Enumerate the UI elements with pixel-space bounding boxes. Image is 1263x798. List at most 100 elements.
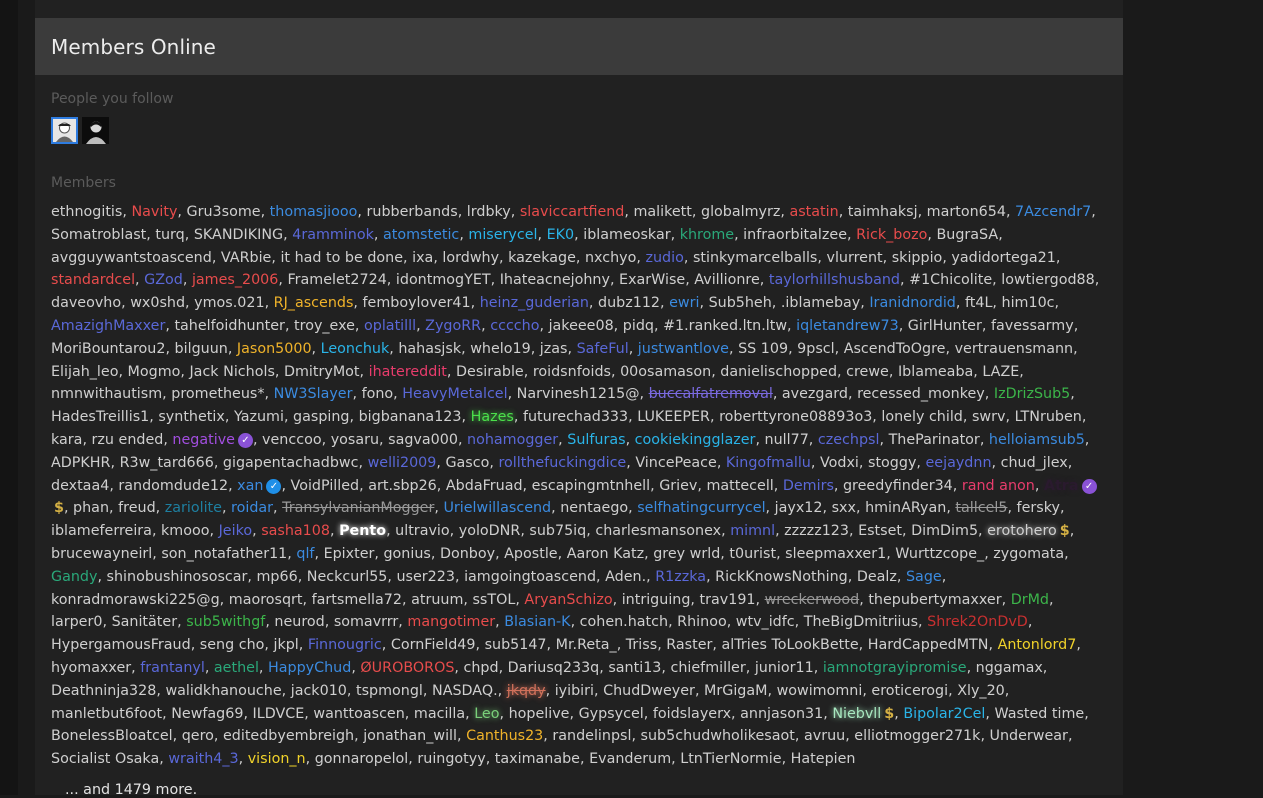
member-link[interactable]: wreckerwood <box>765 592 860 608</box>
member-link[interactable]: rubberbands <box>367 204 458 220</box>
member-link[interactable]: sagva000 <box>388 432 458 448</box>
member-link[interactable]: RJ_ascends <box>274 295 354 311</box>
member-link[interactable]: mattecell <box>706 478 773 494</box>
member-link[interactable]: fersky <box>1017 500 1060 516</box>
member-link[interactable]: somavrrr <box>334 614 398 630</box>
member-link[interactable]: dextaa4 <box>51 478 109 494</box>
member-link[interactable]: GirlHunter <box>908 318 982 334</box>
member-link[interactable]: khrome <box>680 227 734 243</box>
member-link[interactable]: jonathan_will <box>363 728 457 744</box>
member-link[interactable]: 00osamason <box>620 364 711 380</box>
member-link[interactable]: Underwear <box>990 728 1068 744</box>
member-link[interactable]: eejaydnn <box>926 455 992 471</box>
member-link[interactable]: zzzzz123 <box>784 523 849 539</box>
member-link[interactable]: DimDim5 <box>911 523 978 539</box>
member-link[interactable]: R3w_tard666 <box>120 455 214 471</box>
member-link[interactable]: phan <box>73 500 109 516</box>
member-link[interactable]: NASDAQ. <box>432 683 498 699</box>
member-link[interactable]: Leonchuk <box>321 341 390 357</box>
member-link[interactable]: rollthefuckingdice <box>498 455 626 471</box>
member-link[interactable]: jkpl <box>273 637 298 653</box>
member-link[interactable]: mimnl <box>730 523 775 539</box>
member-link[interactable]: yoloDNR <box>459 523 521 539</box>
member-link[interactable]: wtv_idfc <box>736 614 795 630</box>
member-link[interactable]: shinobushinososcar <box>107 569 248 585</box>
member-link[interactable]: rzu ended <box>92 432 164 448</box>
member-link[interactable]: fartsmella72 <box>312 592 402 608</box>
member-link[interactable]: Rhinoo <box>677 614 727 630</box>
member-link[interactable]: vertrauensmann <box>955 341 1074 357</box>
member-link[interactable]: Finnougric <box>308 637 382 653</box>
member-link[interactable]: GZod <box>144 272 183 288</box>
member-link[interactable]: escapingmtnhell <box>532 478 650 494</box>
member-link[interactable]: wowimomni <box>777 683 863 699</box>
member-link[interactable]: Xly_20 <box>957 683 1005 699</box>
member-link[interactable]: son_notafather11 <box>161 546 287 562</box>
member-link[interactable]: SS 109 <box>738 341 788 357</box>
member-link[interactable]: NW3Slayer <box>274 386 353 402</box>
member-link[interactable]: art.sbp26 <box>368 478 437 494</box>
member-link[interactable]: roberttyrone08893o3 <box>719 409 872 425</box>
member-link[interactable]: venccoo <box>262 432 322 448</box>
member-link[interactable]: iblameoskar <box>583 227 670 243</box>
member-link[interactable]: LTNruben <box>1015 409 1082 425</box>
member-link[interactable]: Griev <box>659 478 697 494</box>
member-link[interactable]: Mogmo <box>128 364 181 380</box>
member-link[interactable]: troy_exe <box>294 318 355 334</box>
member-link[interactable]: yosaru <box>331 432 379 448</box>
member-link[interactable]: nxchyo <box>585 250 636 266</box>
member-link[interactable]: VoidPilled <box>291 478 360 494</box>
member-link[interactable]: hopelive <box>509 706 570 722</box>
member-link[interactable]: SKANDIKING <box>194 227 283 243</box>
member-link[interactable]: Vodxi <box>820 455 859 471</box>
member-link[interactable]: prometheus* <box>171 386 264 402</box>
more-members-link[interactable]: ... and 1479 more. <box>65 782 197 798</box>
member-link[interactable]: Donboy <box>440 546 495 562</box>
member-link[interactable]: HadesTreillis1 <box>51 409 149 425</box>
member-link[interactable]: aethel <box>214 660 259 676</box>
member-link[interactable]: CornField49 <box>391 637 476 653</box>
member-link[interactable]: czechpsl <box>818 432 880 448</box>
member-link[interactable]: Gypsycel <box>579 706 644 722</box>
member-link[interactable]: santi13 <box>608 660 661 676</box>
member-link[interactable]: Urielwillascend <box>443 500 551 516</box>
member-link[interactable]: hahasjsk <box>398 341 461 357</box>
member-link[interactable]: favessarmy <box>991 318 1074 334</box>
member-link[interactable]: ccccho <box>490 318 539 334</box>
member-link[interactable]: randomdude12 <box>118 478 228 494</box>
member-link[interactable]: jakeee08 <box>549 318 614 334</box>
member-link[interactable]: freud <box>118 500 156 516</box>
member-link[interactable]: charlesmansonex <box>595 523 721 539</box>
member-link[interactable]: R1zzka <box>655 569 706 585</box>
member-link[interactable]: ixa <box>412 250 433 266</box>
member-link[interactable]: ØUROBOROS <box>360 660 454 676</box>
member-link[interactable]: crewe <box>846 364 889 380</box>
member-link[interactable]: HappyChud <box>268 660 351 676</box>
member-link[interactable]: Gandy <box>51 569 97 585</box>
member-link[interactable]: tahelfoidhunter <box>174 318 285 334</box>
member-link[interactable]: greedyfinder34 <box>843 478 953 494</box>
member-link[interactable]: Jeiko <box>219 523 253 539</box>
member-link[interactable]: AmazighMaxxer <box>51 318 165 334</box>
member-link[interactable]: nggamax <box>976 660 1043 676</box>
member-link[interactable]: maorosqrt <box>229 592 303 608</box>
member-link[interactable]: AbdaFruad <box>446 478 523 494</box>
member-link[interactable]: astatin <box>789 204 838 220</box>
member-link[interactable]: sub75iq <box>529 523 586 539</box>
member-link[interactable]: Rick_bozo <box>856 227 927 243</box>
member-link[interactable]: avgguywantstoascend <box>51 250 212 266</box>
member-link[interactable]: idontmogYET <box>396 272 491 288</box>
member-link[interactable]: 9pscl <box>797 341 834 357</box>
member-link[interactable]: TheBigDmitriius <box>804 614 918 630</box>
member-link[interactable]: infraorbitalzee <box>743 227 847 243</box>
member-link[interactable]: Navity <box>131 204 177 220</box>
member-link[interactable]: whelo19 <box>470 341 530 357</box>
member-link[interactable]: qlf <box>296 546 314 562</box>
member-link[interactable]: kmooo <box>161 523 209 539</box>
member-link[interactable]: sub5147 <box>485 637 547 653</box>
member-link[interactable]: xan <box>237 478 263 494</box>
member-link[interactable]: brucewayneirl <box>51 546 152 562</box>
member-link[interactable]: VincePeace <box>635 455 716 471</box>
member-link[interactable]: vision_n <box>248 751 306 767</box>
member-link[interactable]: Raster <box>666 637 712 653</box>
